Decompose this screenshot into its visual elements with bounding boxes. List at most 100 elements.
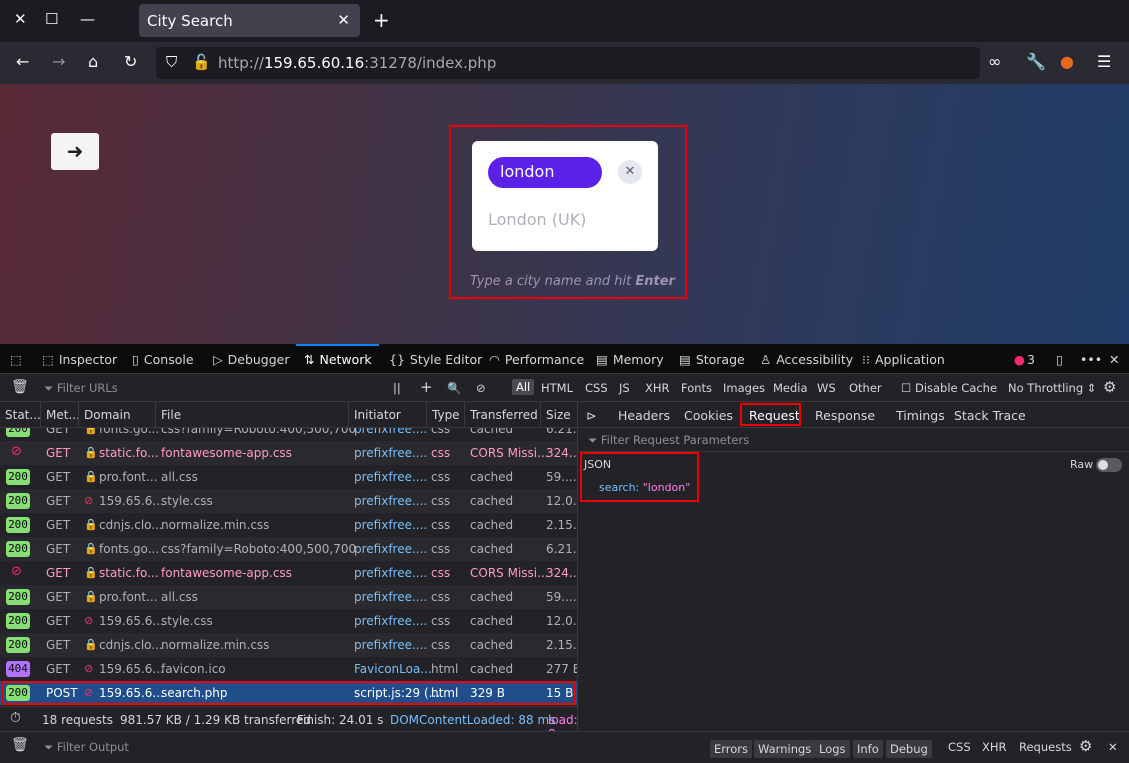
console-settings-icon[interactable]: ⚙ — [1079, 737, 1092, 755]
filter-fonts[interactable]: Fonts — [681, 381, 712, 395]
tab-cookies[interactable]: Cookies — [684, 408, 733, 423]
tab-timings[interactable]: Timings — [896, 408, 945, 423]
filter-media[interactable]: Media — [773, 381, 808, 395]
stopwatch-icon[interactable]: ⏱ — [10, 710, 21, 726]
shield-icon[interactable]: ⛉ — [166, 53, 177, 71]
error-icon[interactable]: ● — [1014, 352, 1025, 367]
tab-style-editor[interactable]: {} Style Editor — [389, 352, 482, 367]
toggle-sidebar-icon[interactable]: ⊳ — [586, 408, 596, 423]
error-count[interactable]: 3 — [1027, 352, 1035, 367]
table-row[interactable]: ⊘ GET 🔒 static.fo... fontawesome-app.css pref… — [0, 561, 578, 585]
filter-css[interactable]: CSS — [585, 381, 608, 395]
home-icon[interactable]: ⌂ — [88, 52, 98, 71]
column-header[interactable]: Domain — [78, 402, 131, 428]
console-filter-css[interactable]: CSS — [948, 740, 971, 754]
table-row[interactable]: 200 GET 🔒 pro.font... all.css prefixfree.... c… — [0, 465, 578, 489]
console-filter-xhr[interactable]: XHR — [982, 740, 1007, 754]
table-row[interactable]: 200 GET 🔒 cdnjs.clo... normalize.min.css pref… — [0, 633, 578, 657]
close-console-icon[interactable]: ✕ — [1108, 740, 1118, 754]
console-filter-warnings[interactable]: Warnings — [754, 740, 816, 758]
filter-xhr[interactable]: XHR — [645, 381, 670, 395]
more-options-icon[interactable]: ••• — [1080, 352, 1102, 367]
search-input[interactable]: london — [488, 157, 602, 188]
suggestion-item[interactable]: London (UK) — [488, 210, 586, 229]
table-row[interactable]: 200 GET 🔒 fonts.go... css?family=Roboto:400,… — [0, 537, 578, 561]
tab-console[interactable]: ▯ Console — [132, 352, 194, 367]
column-header[interactable]: Initiator — [348, 402, 401, 428]
filter-ws[interactable]: WS — [817, 381, 836, 395]
tab-inspector[interactable]: ⬚ Inspector — [42, 352, 117, 367]
tab-accessibility[interactable]: ♙ Accessibility — [760, 352, 853, 367]
tab-stack-trace[interactable]: Stack Trace — [954, 408, 1026, 423]
raw-toggle[interactable] — [1096, 458, 1122, 472]
initiator[interactable]: prefixfree.... — [354, 638, 427, 652]
pause-icon[interactable]: || — [393, 381, 401, 395]
minimize-icon[interactable]: — — [80, 10, 95, 28]
json-section-label[interactable]: JSON — [584, 458, 611, 471]
table-row[interactable]: 200 GET ⊘ 159.65.6... style.css prefixfree...… — [0, 489, 578, 513]
console-filter-debug[interactable]: Debug — [886, 740, 932, 758]
tab-storage[interactable]: ▤ Storage — [679, 352, 745, 367]
back-icon[interactable]: ← — [16, 52, 29, 71]
console-filter-info[interactable]: Info — [853, 740, 883, 758]
search-icon[interactable]: 🔍 — [447, 381, 461, 395]
filter-output-input[interactable]: ⏷ Filter Output — [44, 740, 129, 755]
block-icon[interactable]: ⊘ — [476, 381, 486, 395]
clear-search-button[interactable]: ✕ — [618, 160, 642, 184]
table-row[interactable]: 200 GET 🔒 fonts.go... css?family=Roboto:400,… — [0, 428, 578, 441]
extension-icon[interactable]: ● — [1060, 52, 1074, 71]
maximize-icon[interactable]: ☐ — [45, 10, 58, 28]
tab-headers[interactable]: Headers — [618, 408, 670, 423]
private-mask-icon[interactable]: ∞ — [988, 52, 1001, 71]
initiator[interactable]: prefixfree.... — [354, 566, 427, 580]
tab-application[interactable]: ⁝⁝ Application — [862, 352, 945, 367]
table-row[interactable]: 200 GET ⊘ 159.65.6... style.css prefixfree...… — [0, 609, 578, 633]
reload-icon[interactable]: ↻ — [124, 52, 137, 71]
filter-other[interactable]: Other — [849, 381, 882, 395]
filter-images[interactable]: Images — [723, 381, 765, 395]
filter-html[interactable]: HTML — [541, 381, 573, 395]
browser-tab[interactable]: City Search ✕ — [139, 4, 360, 37]
disable-cache-checkbox[interactable]: ☐ Disable Cache — [901, 381, 997, 395]
column-header[interactable]: Type — [426, 402, 460, 428]
console-filter-requests[interactable]: Requests — [1019, 740, 1072, 754]
column-header[interactable]: Stat... — [0, 402, 41, 428]
tab-performance[interactable]: ◠ Performance — [489, 352, 584, 367]
initiator[interactable]: prefixfree.... — [354, 428, 427, 436]
wrench-icon[interactable]: 🔧 — [1026, 52, 1046, 71]
tab-response[interactable]: Response — [815, 408, 875, 423]
initiator[interactable]: prefixfree.... — [354, 590, 427, 604]
table-row[interactable]: 200 GET 🔒 pro.font... all.css prefixfree.... c… — [0, 585, 578, 609]
column-header[interactable]: Transferred — [464, 402, 538, 428]
column-header[interactable]: File — [155, 402, 181, 428]
trash-icon[interactable]: 🗑 — [11, 379, 29, 395]
throttling-select[interactable]: No Throttling ⇕ — [1008, 381, 1096, 395]
filter-request-params-input[interactable]: ⏷ Filter Request Parameters — [578, 428, 1129, 452]
initiator[interactable]: prefixfree.... — [354, 446, 427, 460]
logout-button[interactable]: ➜ — [51, 133, 99, 170]
new-tab-button[interactable]: + — [373, 8, 390, 32]
settings-gear-icon[interactable]: ⚙ — [1103, 378, 1116, 396]
console-filter-logs[interactable]: Logs — [815, 740, 850, 758]
forward-icon[interactable]: → — [52, 52, 65, 71]
element-picker-icon[interactable]: ⬚ — [10, 352, 22, 367]
initiator[interactable]: prefixfree.... — [354, 614, 427, 628]
close-window-icon[interactable]: ✕ — [14, 10, 27, 28]
table-row[interactable]: 404 GET ⊘ 159.65.6... favicon.ico FaviconLoa.… — [0, 657, 578, 681]
responsive-mode-icon[interactable]: ▯ — [1056, 352, 1063, 367]
initiator[interactable]: prefixfree.... — [354, 518, 427, 532]
tab-memory[interactable]: ▤ Memory — [596, 352, 664, 367]
console-filter-errors[interactable]: Errors — [710, 740, 753, 758]
trash-icon[interactable]: 🗑 — [11, 737, 29, 753]
filter-all[interactable]: All — [512, 379, 535, 395]
table-row[interactable]: ⊘ GET 🔒 static.fo... fontawesome-app.css pref… — [0, 441, 578, 465]
initiator[interactable]: prefixfree.... — [354, 494, 427, 508]
url-bar[interactable]: ⛉ 🔓 http://159.65.60.16:31278/index.php — [156, 47, 980, 79]
initiator[interactable]: prefixfree.... — [354, 470, 427, 484]
close-tab-icon[interactable]: ✕ — [337, 11, 350, 29]
column-header[interactable]: Met... — [40, 402, 80, 428]
initiator[interactable]: FaviconLoa... — [354, 662, 432, 676]
filter-js[interactable]: JS — [619, 381, 630, 395]
add-icon[interactable]: + — [420, 378, 433, 396]
column-header[interactable]: Size — [540, 402, 571, 428]
